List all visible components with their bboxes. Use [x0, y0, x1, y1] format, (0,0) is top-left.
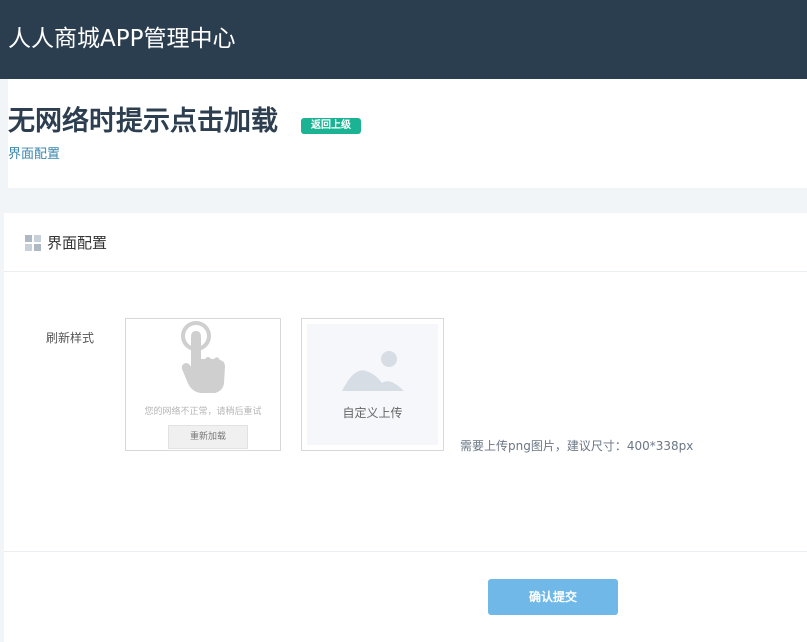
breadcrumb[interactable]: 界面配置 — [8, 143, 60, 162]
app-title: 人人商城APP管理中心 — [8, 26, 236, 52]
divider — [4, 551, 807, 552]
grid-icon — [25, 235, 41, 251]
upload-area: 自定义上传 — [307, 324, 438, 445]
touch-hand-icon — [181, 321, 225, 393]
refresh-style-label: 刷新样式 — [46, 331, 95, 345]
default-style-option[interactable]: 您的网络不正常，请稍后重试 重新加载 — [125, 318, 281, 451]
back-button[interactable]: 返回上级 — [301, 118, 361, 134]
custom-upload-option[interactable]: 自定义上传 — [301, 318, 444, 451]
image-icon — [342, 351, 404, 391]
preview-message: 您的网络不正常，请稍后重试 — [144, 407, 262, 417]
page-title: 无网络时提示点击加载 — [8, 106, 278, 137]
page-header: 无网络时提示点击加载 返回上级 界面配置 — [8, 79, 807, 188]
preview-reload-button: 重新加载 — [168, 425, 248, 449]
custom-upload-label: 自定义上传 — [342, 406, 403, 420]
submit-button[interactable]: 确认提交 — [488, 579, 618, 615]
upload-hint: 需要上传png图片，建议尺寸：400*338px — [460, 439, 694, 453]
card-title: 界面配置 — [47, 234, 108, 252]
config-card: 界面配置 刷新样式 您的网络不正常，请稍后重试 重新加载 自定义上传 需要上传p… — [4, 213, 807, 642]
card-header: 界面配置 — [4, 213, 807, 272]
top-bar: 人人商城APP管理中心 — [0, 0, 807, 79]
